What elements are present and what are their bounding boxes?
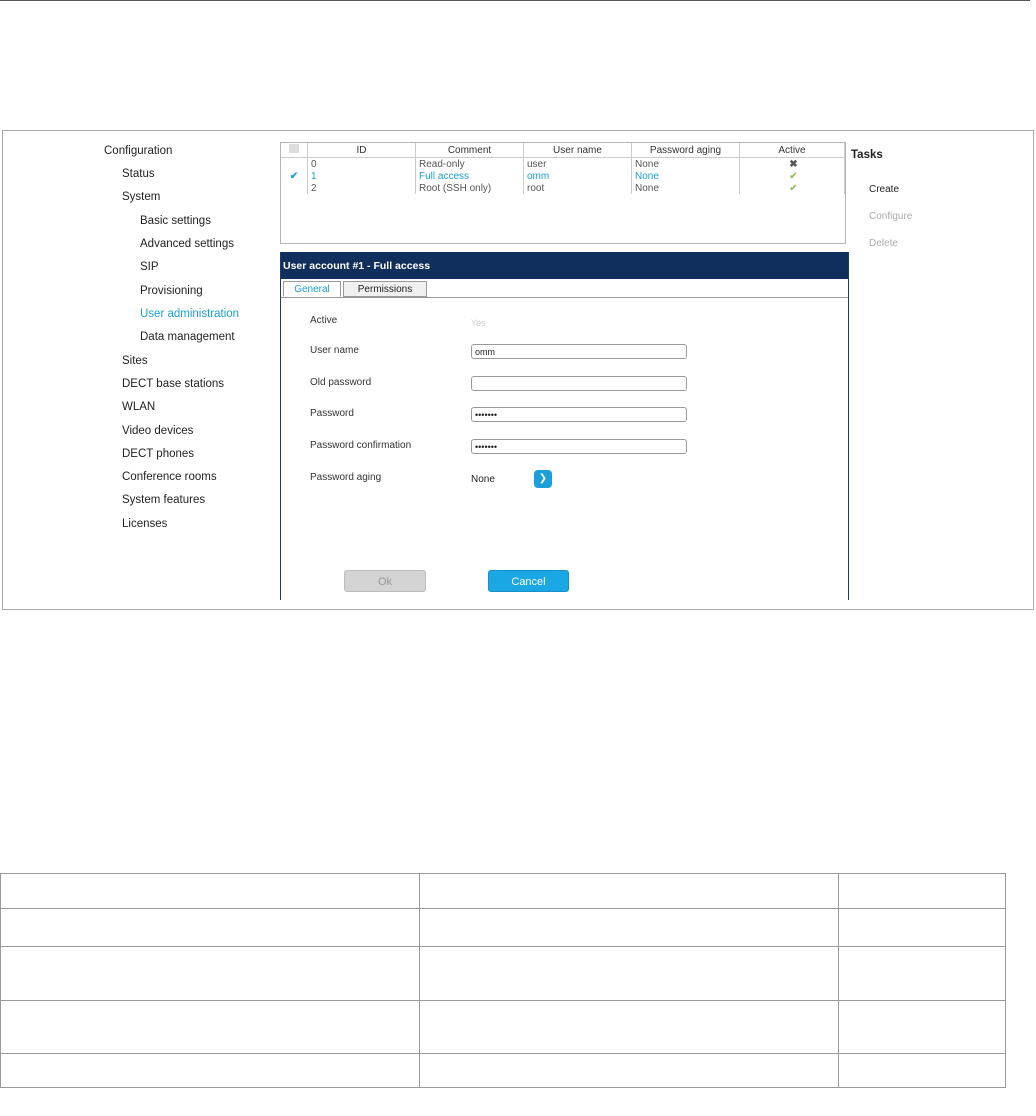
cell-comment: Root (SSH only) — [415, 182, 524, 194]
cell-id: 1 — [307, 170, 416, 182]
cell-password-aging: None — [631, 157, 740, 170]
select-all-checkbox[interactable] — [281, 143, 308, 158]
table-header-row: ID Comment User name Password aging Acti… — [281, 143, 845, 158]
empty-cell — [308, 194, 416, 242]
username-input[interactable] — [471, 344, 687, 359]
row-select-checkbox[interactable]: ✔ — [281, 170, 308, 182]
column-header-password-aging[interactable]: Password aging — [631, 143, 740, 158]
tab-divider — [281, 297, 848, 298]
password-aging-select[interactable]: None — [471, 474, 495, 485]
sidebar-item-basic-settings[interactable]: Basic settings — [140, 215, 211, 227]
cell-password-aging: None — [631, 182, 740, 194]
column-header-comment[interactable]: Comment — [415, 143, 524, 158]
row-select-checkbox[interactable] — [281, 157, 308, 170]
sidebar-item-status[interactable]: Status — [122, 168, 155, 180]
table-row — [0, 873, 1006, 909]
cell-active: ✖ — [739, 157, 845, 170]
sidebar-item-conference-rooms[interactable]: Conference rooms — [122, 471, 217, 483]
sidebar-item-dect-base-stations[interactable]: DECT base stations — [122, 378, 224, 390]
create-task-link[interactable]: Create — [869, 184, 899, 195]
cell-id: 2 — [307, 182, 416, 194]
tasks-title: Tasks — [851, 149, 883, 161]
sidebar-item-licenses[interactable]: Licenses — [122, 518, 167, 530]
user-accounts-table: ID Comment User name Password aging Acti… — [280, 142, 846, 244]
active-check-icon: ✔ — [789, 170, 798, 182]
sidebar-item-system[interactable]: System — [122, 191, 160, 203]
active-value: Yes — [471, 318, 486, 328]
user-account-dialog: User account #1 - Full access General Pe… — [280, 252, 849, 600]
column-header-active[interactable]: Active — [739, 143, 845, 158]
empty-cell — [281, 194, 308, 242]
cell-password-aging: None — [631, 170, 740, 182]
password-input[interactable] — [471, 407, 687, 422]
tab-permissions[interactable]: Permissions — [343, 281, 427, 297]
empty-cell — [524, 194, 632, 242]
ok-button[interactable]: Ok — [344, 570, 426, 592]
empty-cell — [740, 194, 845, 242]
table-empty-area — [281, 194, 845, 242]
old-password-label: Old password — [310, 377, 372, 388]
column-header-user-name[interactable]: User name — [523, 143, 632, 158]
sidebar-item-video-devices[interactable]: Video devices — [122, 425, 193, 437]
sidebar-item-sites[interactable]: Sites — [122, 355, 148, 367]
empty-table — [0, 873, 1006, 1088]
top-divider — [0, 0, 1030, 1]
empty-cell — [632, 194, 740, 242]
cell-user-name: user — [523, 157, 632, 170]
sidebar-item-data-management[interactable]: Data management — [140, 331, 235, 343]
password-confirmation-input[interactable] — [471, 439, 687, 454]
cell-active: ✔ — [739, 170, 845, 182]
dialog-title: User account #1 - Full access — [281, 252, 848, 279]
cell-user-name: root — [523, 182, 632, 194]
configure-task-link[interactable]: Configure — [869, 211, 912, 222]
tab-general[interactable]: General — [283, 281, 341, 297]
table-row[interactable]: 2 Root (SSH only) root None ✔ — [281, 182, 845, 194]
cell-active: ✔ — [739, 182, 845, 194]
check-icon: ✔ — [289, 170, 299, 182]
sidebar-item-advanced-settings[interactable]: Advanced settings — [140, 238, 234, 250]
delete-task-link[interactable]: Delete — [869, 238, 898, 249]
password-confirmation-label: Password confirmation — [310, 440, 412, 451]
table-row — [0, 1000, 1006, 1054]
password-label: Password — [310, 408, 354, 419]
sidebar-item-dect-phones[interactable]: DECT phones — [122, 448, 194, 460]
column-header-id[interactable]: ID — [307, 143, 416, 158]
table-row[interactable]: 0 Read-only user None ✖ — [281, 157, 845, 170]
sidebar-item-wlan[interactable]: WLAN — [122, 401, 155, 413]
inactive-icon: ✖ — [789, 158, 798, 170]
table-row — [0, 1053, 1006, 1088]
sidebar-item-provisioning[interactable]: Provisioning — [140, 285, 203, 297]
chevron-down-icon[interactable]: ❯ — [534, 470, 552, 488]
password-aging-label: Password aging — [310, 472, 382, 483]
old-password-input[interactable] — [471, 376, 687, 391]
row-select-checkbox[interactable] — [281, 182, 308, 194]
cell-comment: Read-only — [415, 157, 524, 170]
cell-id: 0 — [307, 157, 416, 170]
cell-comment: Full access — [415, 170, 524, 182]
sidebar-item-sip[interactable]: SIP — [140, 261, 159, 273]
cell-user-name: omm — [523, 170, 632, 182]
sidebar-item-user-administration[interactable]: User administration — [140, 308, 239, 320]
active-check-icon: ✔ — [789, 182, 798, 194]
active-label: Active — [310, 315, 338, 326]
cancel-button[interactable]: Cancel — [488, 570, 569, 592]
table-row[interactable]: ✔ 1 Full access omm None ✔ — [281, 170, 845, 182]
sidebar-item-configuration[interactable]: Configuration — [104, 145, 172, 157]
username-label: User name — [310, 345, 359, 356]
table-row — [0, 946, 1006, 1001]
sidebar-item-system-features[interactable]: System features — [122, 494, 205, 506]
table-row — [0, 908, 1006, 947]
empty-cell — [416, 194, 524, 242]
